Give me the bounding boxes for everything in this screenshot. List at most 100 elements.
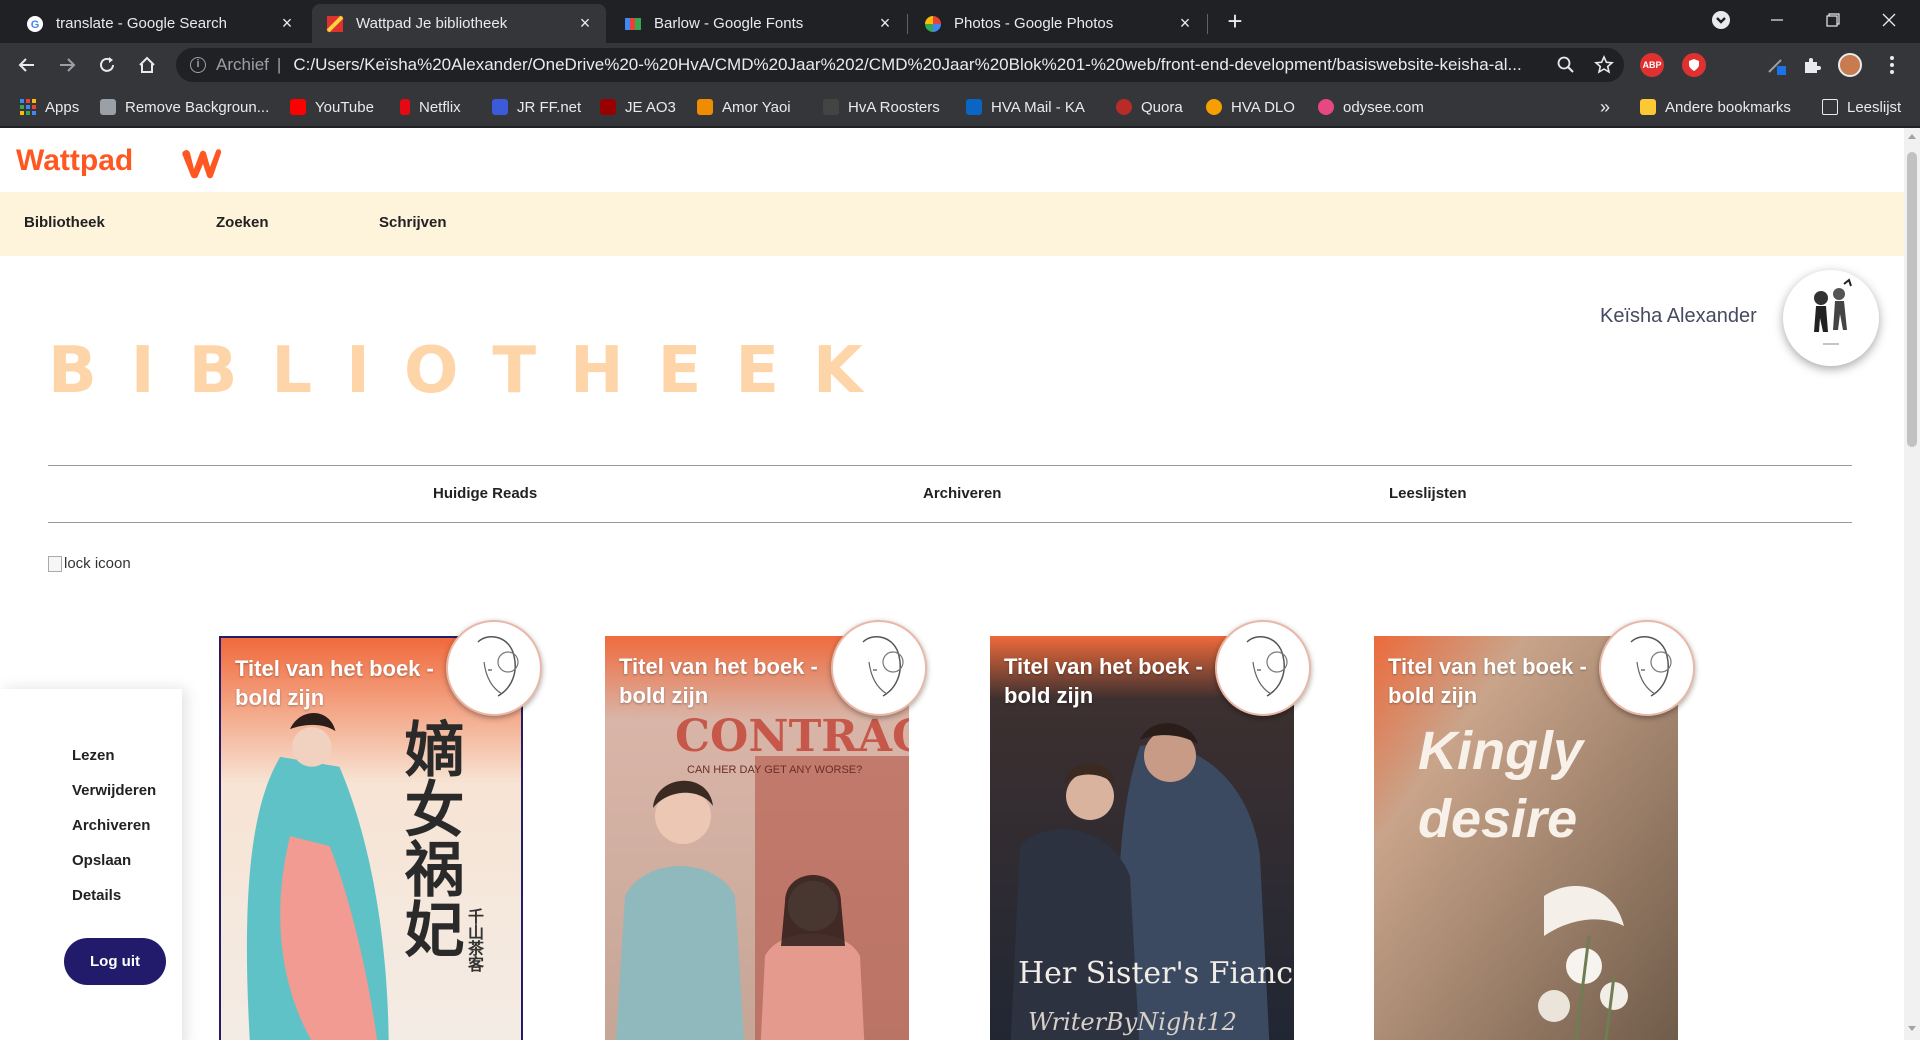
book-cover-subtitle: 千山茶客	[465, 908, 482, 972]
profile-name[interactable]: Keïsha Alexander	[1600, 305, 1757, 328]
outlook-icon	[966, 99, 982, 115]
reload-icon[interactable]	[93, 51, 121, 79]
avatar-illustration-icon	[1814, 278, 1852, 345]
author-badge[interactable]	[831, 620, 927, 716]
wattpad-brand[interactable]: Wattpad	[16, 144, 133, 178]
other-bookmarks[interactable]: Andere bookmarks	[1640, 96, 1791, 118]
address-bar[interactable]: i Archief | C:/Users/Keïsha%20Alexander/…	[176, 48, 1624, 82]
scrollbar-thumb[interactable]	[1907, 152, 1917, 447]
author-badge[interactable]	[1599, 620, 1695, 716]
bookmark-quora[interactable]: Quora	[1116, 96, 1183, 118]
tab-leeslijsten[interactable]: Leeslijsten	[1389, 485, 1467, 502]
nav-schrijven[interactable]: Schrijven	[379, 214, 447, 231]
bookmark-odysee[interactable]: odysee.com	[1318, 96, 1424, 118]
quora-icon	[1116, 99, 1132, 115]
wattpad-logo-icon[interactable]	[180, 145, 224, 181]
menu-verwijderen[interactable]: Verwijderen	[72, 782, 156, 799]
tab-title: Barlow - Google Fonts	[654, 15, 804, 32]
bookmark-label: JR FF.net	[517, 98, 582, 116]
bookmark-remove-background[interactable]: Remove Backgroun...	[100, 96, 269, 118]
page-scrollbar[interactable]	[1904, 128, 1920, 1040]
logout-button[interactable]: Log uit	[64, 938, 166, 985]
bookmark-label: JE AO3	[625, 98, 676, 116]
reading-list[interactable]: Leeslijst	[1822, 96, 1901, 118]
lock-image-broken: lock icoon	[48, 555, 131, 572]
tab-huidige-reads[interactable]: Huidige Reads	[433, 485, 537, 502]
menu-details[interactable]: Details	[72, 887, 121, 904]
pen-extension-icon[interactable]	[1764, 53, 1788, 77]
bookmark-label: HVA DLO	[1231, 98, 1295, 116]
tab-barlow[interactable]: Barlow - Google Fonts ×	[610, 4, 906, 43]
lock-image-alt-text: lock icoon	[64, 555, 131, 572]
bookmark-netflix[interactable]: Netflix	[400, 96, 461, 118]
profile-avatar[interactable]	[1783, 270, 1879, 366]
book-cover-text: Her Sister's Fiancé	[1018, 956, 1294, 991]
scroll-down-icon[interactable]	[1908, 1026, 1916, 1031]
author-badge[interactable]	[446, 620, 542, 716]
tab-photos[interactable]: Photos - Google Photos ×	[910, 4, 1206, 43]
page-title: BIBLIOTHEEK	[48, 334, 897, 408]
menu-lezen[interactable]: Lezen	[72, 747, 115, 764]
tab-title: Wattpad Je bibliotheek	[356, 15, 508, 32]
bookmark-amor-yaoi[interactable]: Amor Yaoi	[697, 96, 791, 118]
forward-arrow-icon[interactable]	[53, 51, 81, 79]
book-title-line1: Titel van het boek -	[1388, 654, 1587, 679]
main-nav: Bibliotheek Zoeken Schrijven	[0, 192, 1904, 256]
book-cover-subtitle: desire	[1418, 789, 1578, 849]
close-icon[interactable]: ×	[1176, 13, 1194, 33]
bookmark-youtube[interactable]: YouTube	[290, 96, 374, 118]
close-window-icon[interactable]	[1866, 0, 1912, 40]
tab-strip: G translate - Google Search × Wattpad Je…	[0, 0, 1920, 43]
profile-avatar-icon[interactable]	[1838, 53, 1862, 77]
book-cover-subtitle: CAN HER DAY GET ANY WORSE?	[687, 764, 863, 776]
bookmark-label: Remove Backgroun...	[125, 98, 270, 116]
info-icon[interactable]: i	[190, 57, 206, 73]
scroll-up-icon[interactable]	[1908, 134, 1916, 139]
adblock-icon[interactable]: ABP	[1640, 53, 1664, 77]
nav-bibliotheek[interactable]: Bibliotheek	[24, 214, 105, 231]
bookmark-jr-ffnet[interactable]: JR FF.net	[492, 96, 581, 118]
home-icon[interactable]	[133, 51, 161, 79]
menu-dots-icon[interactable]	[1880, 53, 1904, 77]
bookmark-hva-mail[interactable]: HVA Mail - KA	[966, 96, 1085, 118]
bookmark-apps[interactable]: Apps	[20, 96, 79, 118]
page-viewport: Wattpad Bibliotheek Zoeken Schrijven Keï…	[0, 128, 1904, 1040]
address-divider: |	[276, 55, 282, 74]
bookmark-je-ao3[interactable]: JE AO3	[600, 96, 676, 118]
author-badge[interactable]	[1215, 620, 1311, 716]
new-tab-button[interactable]: +	[1222, 8, 1248, 35]
back-arrow-icon[interactable]	[13, 51, 41, 79]
address-url[interactable]: C:/Users/Keïsha%20Alexander/OneDrive%20-…	[293, 55, 1555, 75]
browser-toolbar: i Archief | C:/Users/Keïsha%20Alexander/…	[0, 43, 1920, 87]
tab-search-icon[interactable]	[1698, 0, 1744, 40]
menu-opslaan[interactable]: Opslaan	[72, 852, 131, 869]
puzzle-icon[interactable]	[1800, 53, 1824, 77]
bookmark-label: Apps	[45, 98, 80, 116]
bookmark-label: Quora	[1141, 98, 1183, 116]
book-title-line1: Titel van het boek -	[235, 656, 434, 681]
amor-yaoi-icon	[697, 99, 713, 115]
bookmarks-overflow-button[interactable]: »	[1600, 96, 1610, 118]
extension-shield-icon[interactable]	[1682, 53, 1706, 77]
google-photos-icon	[924, 15, 942, 33]
minimize-icon[interactable]	[1754, 0, 1800, 40]
youtube-icon	[290, 99, 306, 115]
zoom-icon[interactable]	[1556, 55, 1576, 75]
menu-archiveren[interactable]: Archiveren	[72, 817, 150, 834]
tab-translate[interactable]: G translate - Google Search ×	[12, 4, 308, 43]
close-icon[interactable]: ×	[876, 13, 894, 33]
book-title-line1: Titel van het boek -	[619, 654, 818, 679]
nav-zoeken[interactable]: Zoeken	[216, 214, 269, 231]
apps-grid-icon	[20, 99, 36, 115]
bookmark-label: HvA Roosters	[848, 98, 940, 116]
google-icon: G	[26, 15, 44, 33]
tab-archiveren[interactable]: Archiveren	[923, 485, 1001, 502]
close-icon[interactable]: ×	[576, 13, 594, 33]
restore-icon[interactable]	[1810, 0, 1856, 40]
book-cover-text: 嫡女祸妃	[394, 718, 464, 958]
tab-wattpad[interactable]: Wattpad Je bibliotheek ×	[312, 4, 606, 43]
bookmark-star-icon[interactable]	[1594, 55, 1614, 75]
bookmark-hva-roosters[interactable]: HvA Roosters	[823, 96, 940, 118]
close-icon[interactable]: ×	[278, 13, 296, 33]
bookmark-hva-dlo[interactable]: HVA DLO	[1206, 96, 1295, 118]
